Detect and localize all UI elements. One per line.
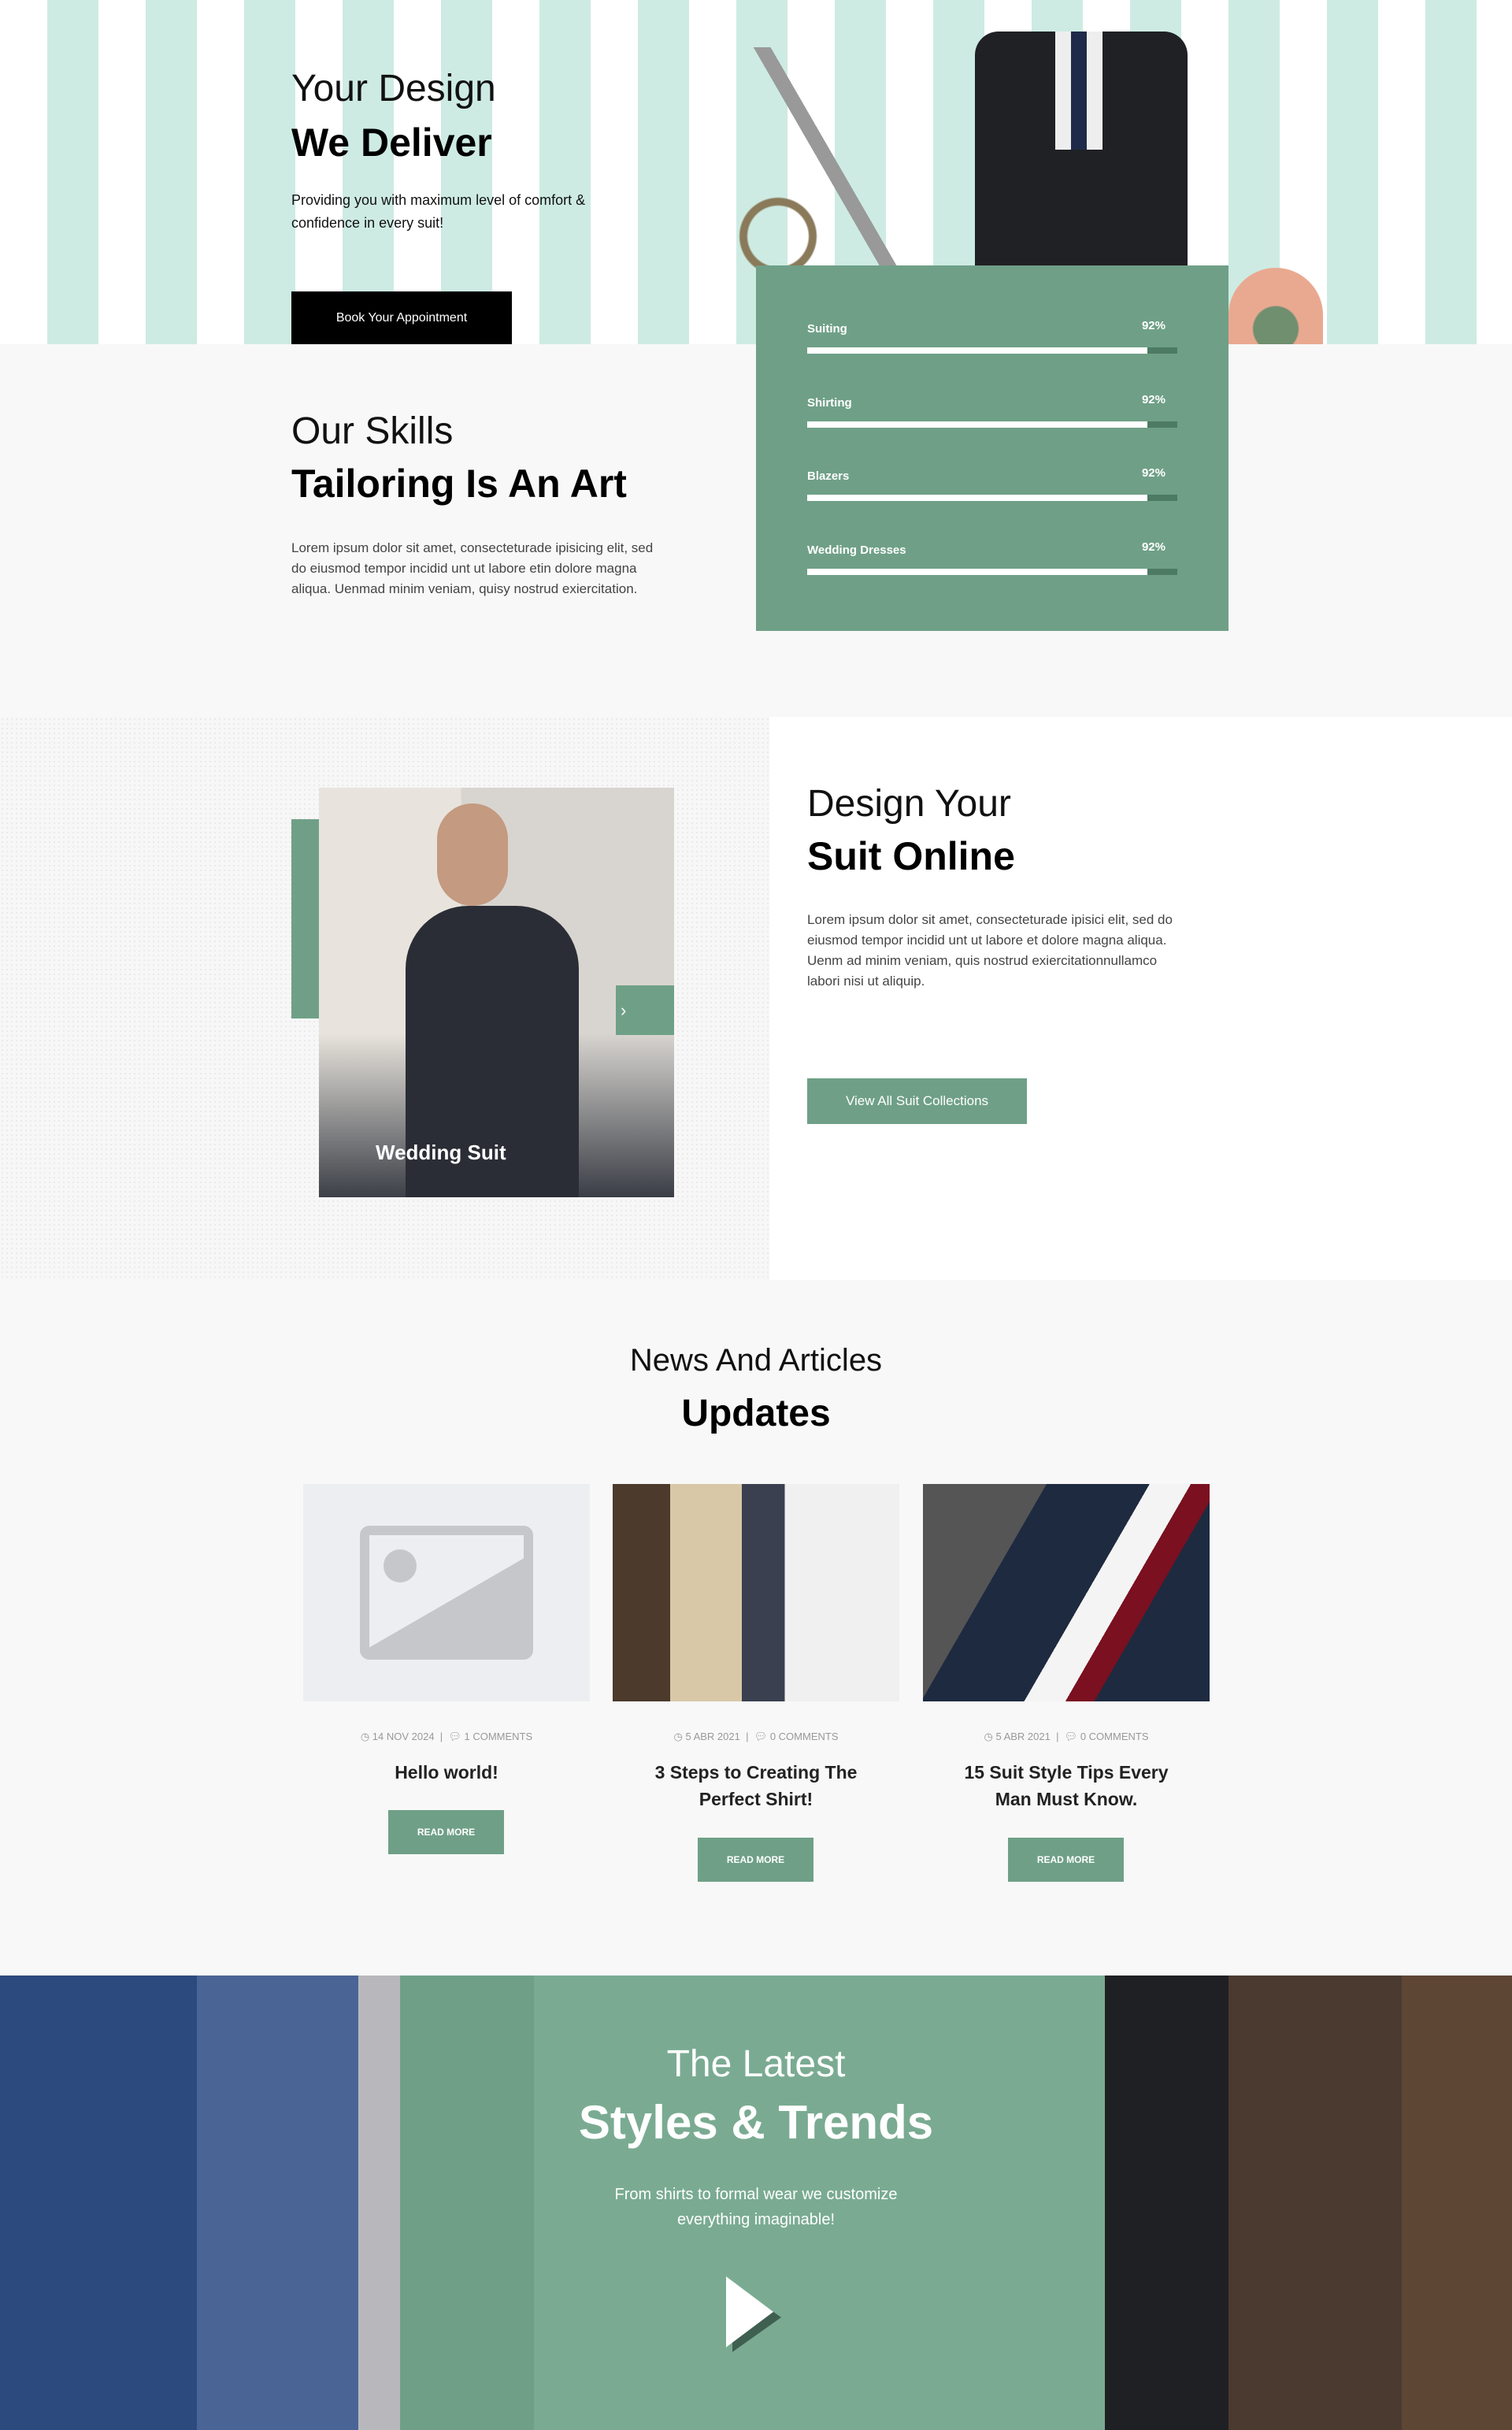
read-more-button[interactable]: Read More: [388, 1810, 504, 1854]
read-more-button[interactable]: Read More: [698, 1838, 813, 1882]
skill-bar: [807, 347, 1177, 354]
skill-wedding-dresses: Wedding Dresses 92%: [807, 540, 1177, 575]
slide-caption: Wedding Suit: [376, 1141, 506, 1164]
news-title-bold: Updates: [681, 1393, 831, 1434]
post-title[interactable]: 15 Suit Style Tips Every Man Must Know.: [923, 1759, 1210, 1812]
news-title-light: News And Articles: [629, 1343, 883, 1378]
skills-panel: Suiting 92% Shirting 92% Blazers 92% Weddin…: [756, 265, 1228, 631]
chevron-right-icon: ›: [621, 1000, 627, 1020]
play-video-button[interactable]: [724, 2276, 788, 2352]
skill-value: 92%: [1141, 540, 1166, 554]
hero-title-light: Your Design: [291, 68, 496, 109]
decor-bar: [291, 819, 320, 1018]
book-appointment-button[interactable]: Book Your Appointment: [291, 291, 512, 344]
view-collections-button[interactable]: View All Suit Collections: [807, 1078, 1027, 1124]
post-comments[interactable]: 0 Comments: [770, 1731, 839, 1742]
man-head: [437, 803, 508, 906]
skill-bar-fill: [807, 347, 1148, 354]
scissors-image: [693, 47, 976, 299]
skill-label: Wedding Dresses: [807, 544, 906, 557]
post-date: 14 Nov 2024: [372, 1731, 435, 1742]
post-meta: ◷ 5 Abr 2021 | 💬︎ 0 Comments: [984, 1731, 1149, 1742]
image-placeholder-icon: [360, 1526, 533, 1660]
play-icon: [726, 2276, 781, 2352]
skill-bar: [807, 569, 1177, 575]
skill-bar-fill: [807, 495, 1148, 501]
post-image-tailor[interactable]: [613, 1484, 899, 1701]
skill-label: Blazers: [807, 469, 850, 483]
skills-text: Lorem ipsum dolor sit amet, consectetura…: [291, 540, 654, 596]
post-meta: ◷ 5 Abr 2021 | 💬︎ 0 Comments: [673, 1731, 839, 1742]
skill-label: Suiting: [807, 322, 847, 336]
hero-title-bold: We Deliver: [291, 121, 492, 165]
hero-text: Providing you with maximum level of comf…: [291, 192, 586, 231]
post-date: 5 Abr 2021: [995, 1731, 1051, 1742]
skills-title-light: Our Skills: [291, 410, 454, 452]
skill-bar: [807, 421, 1177, 428]
skill-blazers: Blazers 92%: [807, 466, 1177, 501]
skill-value: 92%: [1141, 319, 1166, 332]
post-comments[interactable]: 1 Comments: [465, 1731, 533, 1742]
shirt-collar: [1055, 32, 1102, 150]
post-date: 5 Abr 2021: [685, 1731, 740, 1742]
skill-value: 92%: [1141, 466, 1166, 480]
trends-title-light: The Latest: [666, 2043, 846, 2085]
skill-value: 92%: [1141, 393, 1166, 406]
skill-bar-fill: [807, 569, 1148, 575]
skill-bar: [807, 495, 1177, 501]
skill-label: Shirting: [807, 396, 852, 410]
skill-bar-fill: [807, 421, 1148, 428]
post-title[interactable]: 3 Steps to Creating The Perfect Shirt!: [613, 1759, 899, 1812]
suit-title-light: Design Your: [807, 783, 1011, 825]
suit-text: Lorem ipsum dolor sit amet, consectetura…: [807, 912, 1173, 989]
trends-title-bold: Styles & Trends: [578, 2096, 934, 2149]
trends-text: From shirts to formal wear we customize …: [614, 2186, 898, 2228]
skill-suiting: Suiting 92%: [807, 319, 1177, 354]
skills-title-bold: Tailoring Is An Art: [291, 462, 627, 506]
post-title[interactable]: Hello world!: [303, 1759, 590, 1786]
read-more-button[interactable]: Read More: [1008, 1838, 1124, 1882]
post-image-placeholder[interactable]: [303, 1484, 590, 1701]
skill-shirting: Shirting 92%: [807, 393, 1177, 428]
post-comments[interactable]: 0 Comments: [1080, 1731, 1149, 1742]
slider-next-button[interactable]: ›: [616, 985, 674, 1035]
post-image-measuring[interactable]: [923, 1484, 1210, 1701]
post-meta: ◷ 14 Nov 2024 | 💬︎ 1 Comments: [360, 1731, 533, 1742]
suit-title-bold: Suit Online: [807, 834, 1015, 878]
